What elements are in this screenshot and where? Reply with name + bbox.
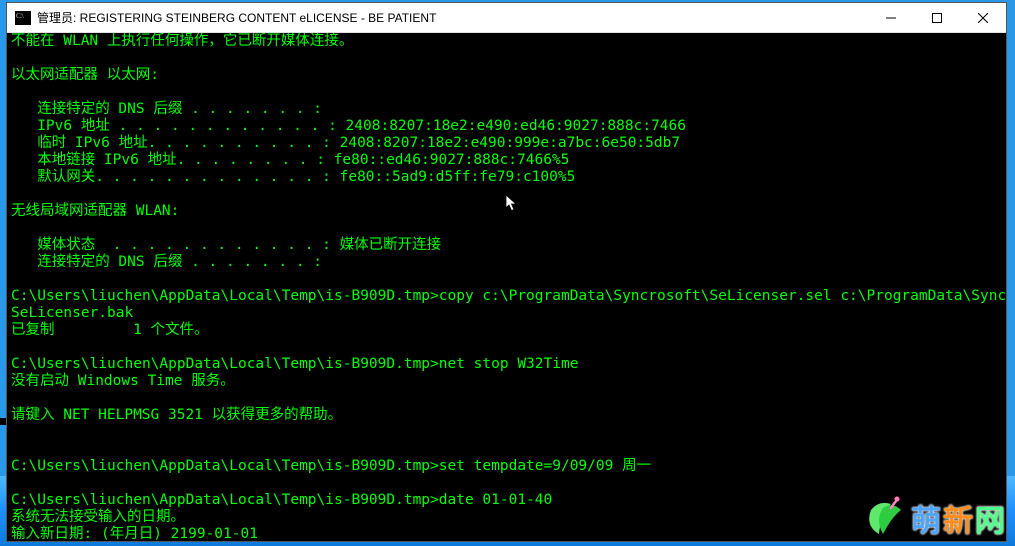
terminal-output[interactable]: 不能在 WLAN 上执行任何操作，它已断开媒体连接。 以太网适配器 以太网: 连… [7, 33, 1006, 541]
maximize-button[interactable] [914, 3, 960, 33]
close-button[interactable] [960, 3, 1006, 33]
cmd-icon [15, 11, 31, 25]
minimize-button[interactable] [868, 3, 914, 33]
cmd-window: 管理员: REGISTERING STEINBERG CONTENT eLICE… [6, 2, 1007, 542]
window-title: 管理员: REGISTERING STEINBERG CONTENT eLICE… [37, 9, 868, 26]
titlebar[interactable]: 管理员: REGISTERING STEINBERG CONTENT eLICE… [7, 3, 1006, 33]
